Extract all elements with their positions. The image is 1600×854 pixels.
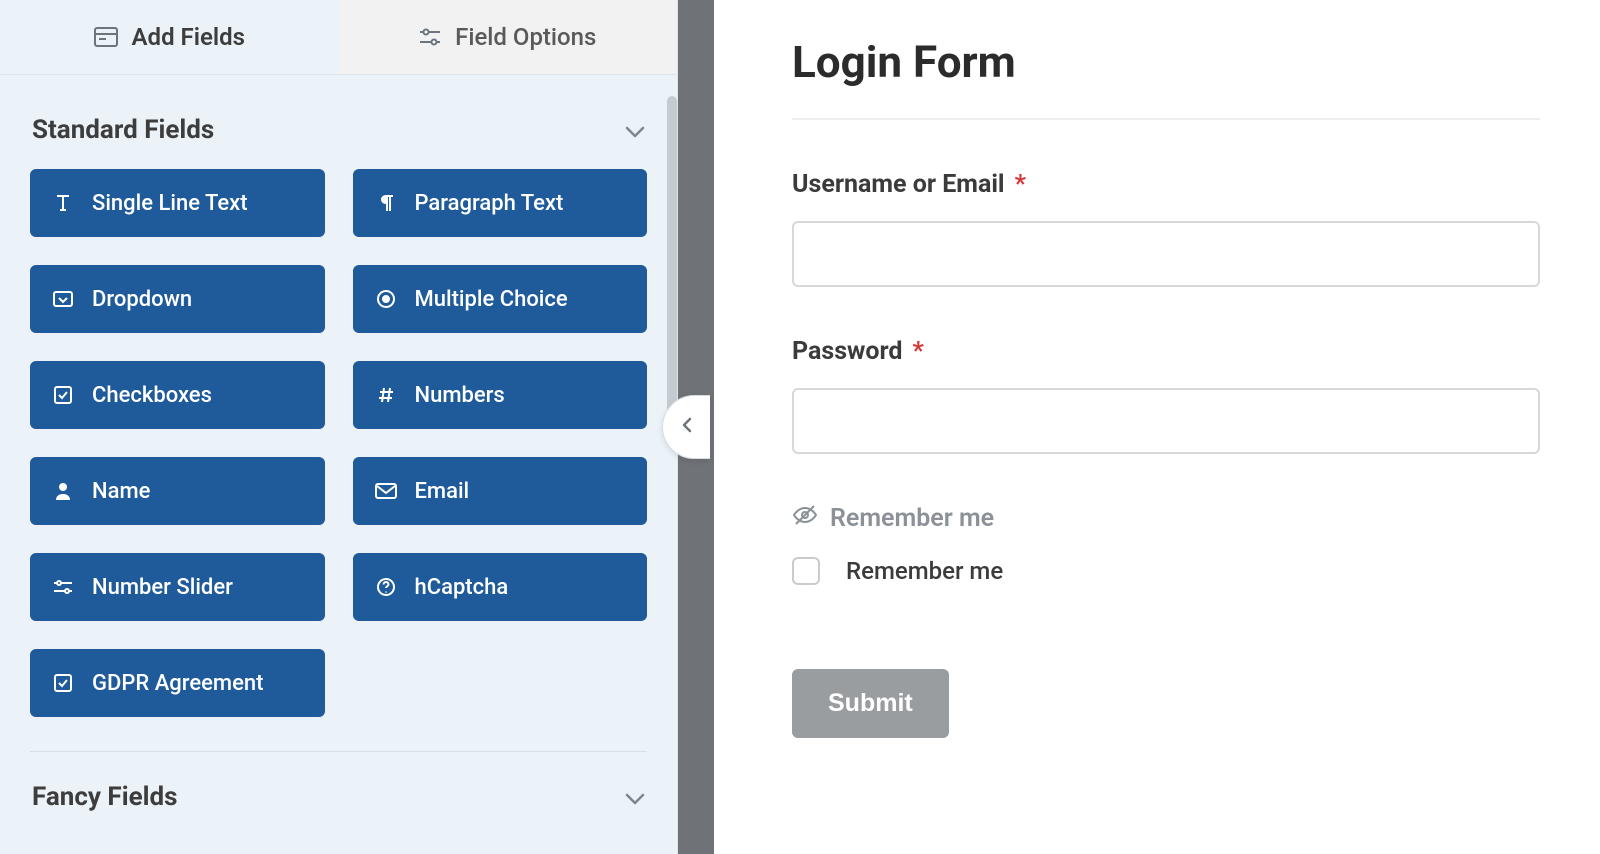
field-dropdown-label: Dropdown <box>92 287 192 312</box>
sliders-icon <box>52 578 74 596</box>
section-standard-label: Standard Fields <box>32 115 214 145</box>
form-preview: Login Form Username or Email * Password … <box>714 0 1600 854</box>
field-name-label: Name <box>92 479 150 504</box>
panel-tabs: Add Fields Field Options <box>0 0 677 75</box>
checkbox-icon <box>52 385 74 405</box>
field-single-line-text-label: Single Line Text <box>92 191 248 216</box>
form-title: Login Form <box>792 36 1540 88</box>
dropdown-icon <box>52 290 74 308</box>
chevron-down-icon <box>625 782 645 812</box>
username-label: Username or Email <box>792 170 1005 199</box>
field-single-line-text[interactable]: Single Line Text <box>30 169 325 237</box>
field-checkboxes-label: Checkboxes <box>92 383 212 408</box>
panel-body: Standard Fields Single Line Text Para <box>0 75 677 854</box>
field-number-slider[interactable]: Number Slider <box>30 553 325 621</box>
remember-option-row: Remember me <box>792 557 1540 585</box>
checkbox-icon <box>52 673 74 693</box>
panel-divider <box>678 0 714 854</box>
section-fancy-fields[interactable]: Fancy Fields <box>30 772 647 822</box>
field-dropdown[interactable]: Dropdown <box>30 265 325 333</box>
section-fancy-label: Fancy Fields <box>32 782 178 812</box>
standard-fields-grid: Single Line Text Paragraph Text Dropdown <box>30 169 647 752</box>
field-email[interactable]: Email <box>353 457 648 525</box>
envelope-icon <box>375 483 397 499</box>
field-checkboxes[interactable]: Checkboxes <box>30 361 325 429</box>
fields-panel: Add Fields Field Options Standard Fields <box>0 0 678 854</box>
required-mark: * <box>1015 170 1026 199</box>
field-gdpr-agreement[interactable]: GDPR Agreement <box>30 649 325 717</box>
tab-field-options-label: Field Options <box>455 23 596 51</box>
field-numbers-label: Numbers <box>415 383 505 408</box>
field-name[interactable]: Name <box>30 457 325 525</box>
remember-checkbox[interactable] <box>792 557 820 585</box>
question-circle-icon <box>375 577 397 597</box>
tab-field-options[interactable]: Field Options <box>339 0 678 74</box>
field-number-slider-label: Number Slider <box>92 575 233 600</box>
tab-add-fields[interactable]: Add Fields <box>0 0 339 74</box>
user-icon <box>52 482 74 500</box>
field-multiple-choice[interactable]: Multiple Choice <box>353 265 648 333</box>
paragraph-icon <box>375 194 397 212</box>
username-label-row: Username or Email * <box>792 170 1540 199</box>
radio-icon <box>375 289 397 309</box>
username-input[interactable] <box>792 221 1540 287</box>
remember-option-label: Remember me <box>846 557 1003 585</box>
title-separator <box>792 118 1540 120</box>
hash-icon <box>375 386 397 404</box>
field-paragraph-text-label: Paragraph Text <box>415 191 564 216</box>
submit-button[interactable]: Submit <box>792 669 949 738</box>
field-hcaptcha[interactable]: hCaptcha <box>353 553 648 621</box>
eye-slash-icon <box>792 504 818 533</box>
text-cursor-icon <box>52 194 74 212</box>
field-paragraph-text[interactable]: Paragraph Text <box>353 169 648 237</box>
password-label: Password <box>792 337 903 366</box>
chevron-down-icon <box>625 115 645 145</box>
tab-add-fields-label: Add Fields <box>132 23 245 51</box>
password-label-row: Password * <box>792 337 1540 366</box>
remember-title: Remember me <box>830 504 994 533</box>
remember-heading: Remember me <box>792 504 1540 533</box>
field-hcaptcha-label: hCaptcha <box>415 575 509 600</box>
field-username[interactable]: Username or Email * <box>792 170 1540 287</box>
required-mark: * <box>913 337 924 366</box>
scrollbar-thumb[interactable] <box>667 96 677 426</box>
chevron-left-icon <box>681 416 693 438</box>
section-standard-fields[interactable]: Standard Fields <box>30 105 647 169</box>
password-input[interactable] <box>792 388 1540 454</box>
submit-label: Submit <box>828 689 913 717</box>
form-icon <box>94 27 118 47</box>
field-multiple-choice-label: Multiple Choice <box>415 287 568 312</box>
sliders-icon <box>419 27 441 47</box>
field-numbers[interactable]: Numbers <box>353 361 648 429</box>
field-email-label: Email <box>415 479 470 504</box>
field-gdpr-label: GDPR Agreement <box>92 671 263 696</box>
field-password[interactable]: Password * <box>792 337 1540 454</box>
field-remember[interactable]: Remember me Remember me <box>792 504 1540 585</box>
